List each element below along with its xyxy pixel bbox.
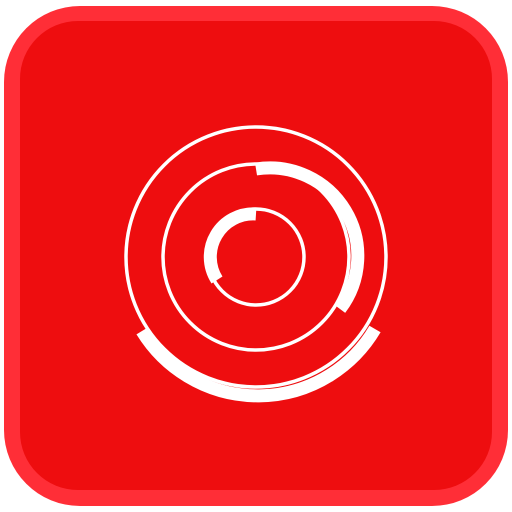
app-icon[interactable]: [4, 6, 508, 506]
app-icon-inner-panel: [20, 21, 492, 490]
